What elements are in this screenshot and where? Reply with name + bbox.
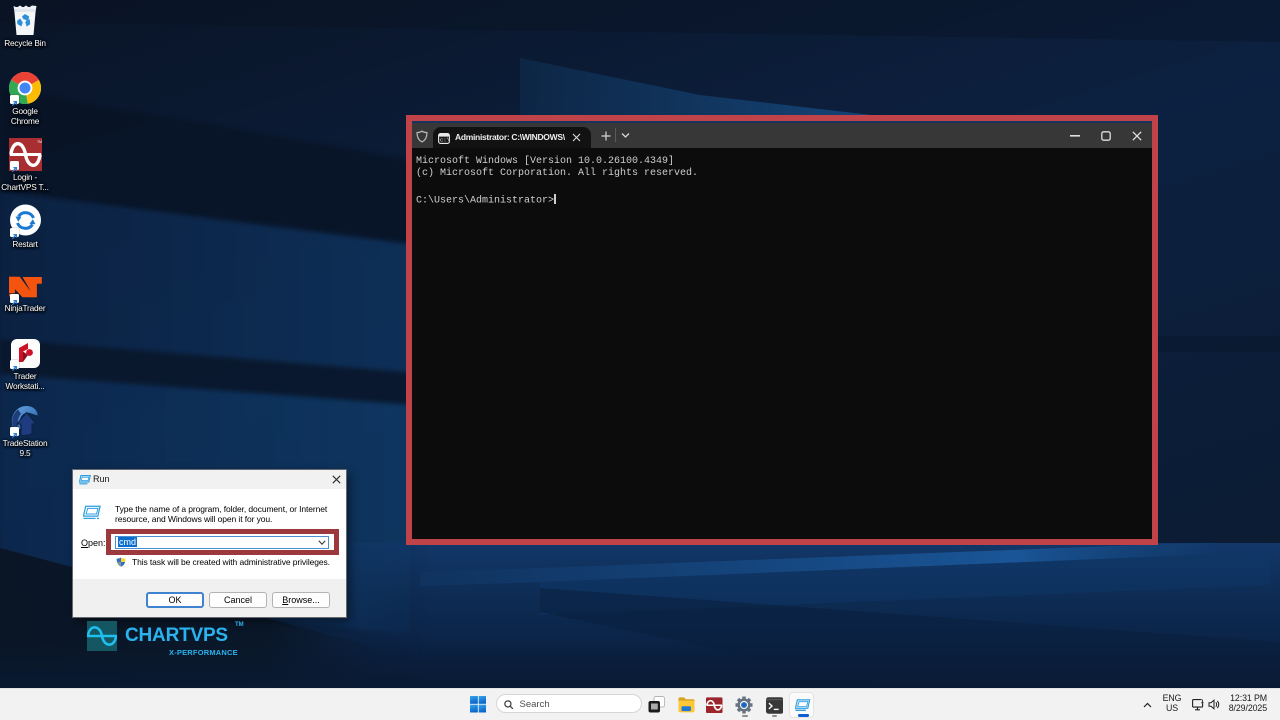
svg-text:TM: TM xyxy=(37,140,42,144)
svg-text:c:\: c:\ xyxy=(440,137,450,144)
